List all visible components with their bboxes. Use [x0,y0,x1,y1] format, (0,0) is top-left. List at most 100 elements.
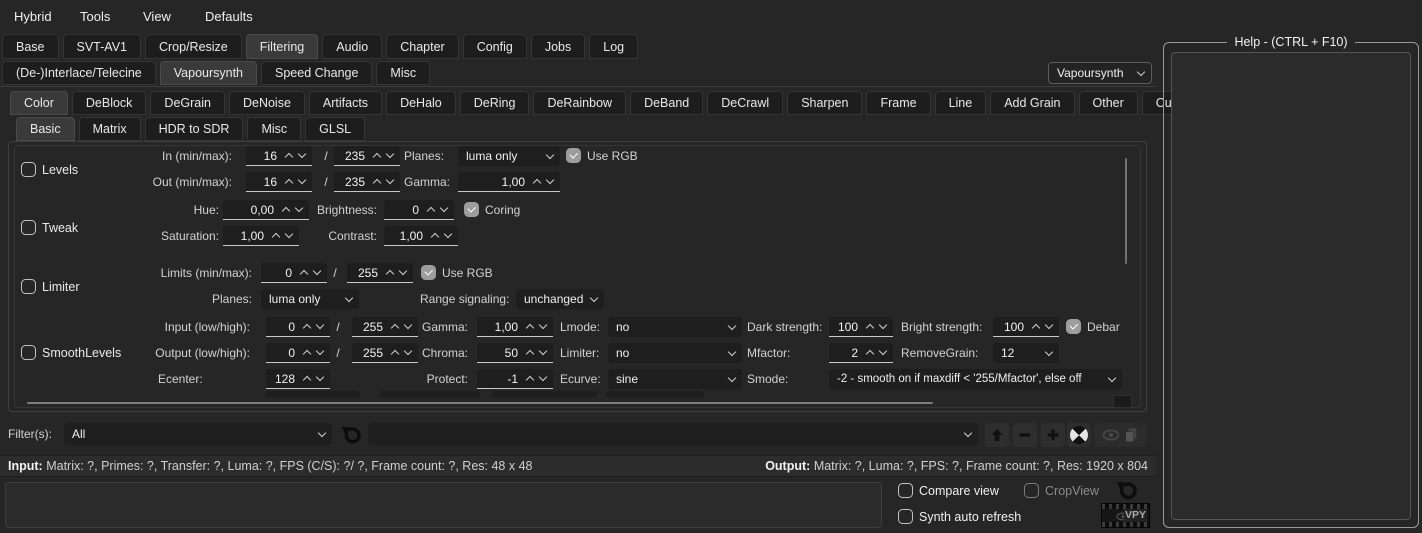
spin-up-icon[interactable] [271,231,281,241]
spin-down-icon[interactable] [297,151,307,161]
smoothlevels-checkbox[interactable] [21,345,36,360]
levels-planes-dropdown[interactable]: luma only [458,146,560,166]
spin-down-icon[interactable] [294,205,304,215]
tweak-brightness-spinbox[interactable]: 0 [384,200,454,220]
move-filter-up-button[interactable] [985,423,1009,447]
spin-up-icon[interactable] [284,151,294,161]
tab-frame[interactable]: Frame [866,91,930,115]
smoothlevels-chroma-spinbox[interactable]: 50 [477,343,553,363]
help-content-area[interactable] [1171,52,1411,520]
spin-down-icon[interactable] [315,374,325,384]
tab-deband[interactable]: DeBand [630,91,703,115]
add-filter-button[interactable] [1041,423,1065,447]
tweak-coring-checkbox[interactable] [464,202,479,217]
limiter-checkbox[interactable] [21,279,36,294]
tweak-hue-spinbox[interactable]: 0,00 [223,200,309,220]
spin-down-icon[interactable] [315,348,325,358]
spin-up-icon[interactable] [532,177,542,187]
eye-icon[interactable] [1101,427,1121,443]
log-text-area[interactable] [5,482,882,528]
smoothlevels-debar-checkbox[interactable] [1066,319,1081,334]
tab-log[interactable]: Log [589,34,638,59]
tab-chapter[interactable]: Chapter [386,34,458,59]
spin-up-icon[interactable] [299,268,309,278]
tab-add-grain[interactable]: Add Grain [990,91,1074,115]
limiter-planes-dropdown[interactable]: luma only [261,289,359,309]
smoothlevels-protect-spinbox[interactable]: -1 [477,369,553,389]
tab-matrix[interactable]: Matrix [79,117,141,141]
spin-up-icon[interactable] [385,268,395,278]
spin-up-icon[interactable] [302,374,312,384]
tab-other[interactable]: Other [1079,91,1138,115]
levels-out-min-spinbox[interactable]: 16 [246,172,312,192]
tab-deblock[interactable]: DeBlock [72,91,147,115]
levels-in-max-spinbox[interactable]: 235 [334,146,400,166]
reset-filters-button[interactable] [337,423,363,447]
spin-up-icon[interactable] [525,374,535,384]
spin-up-icon[interactable] [302,322,312,332]
spin-down-icon[interactable] [312,268,322,278]
limiter-max-spinbox[interactable]: 255 [347,263,413,283]
spin-up-icon[interactable] [430,231,440,241]
tab-basic-misc[interactable]: Misc [247,117,301,141]
spin-down-icon[interactable] [545,177,555,187]
horizontal-scrollbar[interactable] [27,402,933,404]
spin-up-icon[interactable] [1031,322,1041,332]
spin-down-icon[interactable] [878,348,888,358]
compare-view-checkbox[interactable] [898,483,913,498]
tab-misc[interactable]: Misc [376,61,430,85]
smoothlevels-smode-dropdown[interactable]: -2 - smooth on if maxdiff < '255/Mfactor… [829,369,1122,389]
spin-down-icon[interactable] [385,177,395,187]
filters-dropdown[interactable]: All [64,423,332,445]
spin-down-icon[interactable] [538,374,548,384]
tab-audio[interactable]: Audio [322,34,382,59]
levels-use-rgb-checkbox[interactable] [566,148,581,163]
tab-dehalo[interactable]: DeHalo [386,91,456,115]
spin-up-icon[interactable] [390,348,400,358]
tab-line[interactable]: Line [935,91,987,115]
tab-deinterlace-telecine[interactable]: (De-)Interlace/Telecine [2,61,156,85]
tweak-checkbox[interactable] [21,220,36,235]
tab-base[interactable]: Base [2,34,59,59]
limiter-range-dropdown[interactable]: unchanged [516,289,604,309]
copy-icon[interactable] [1123,426,1139,444]
spin-up-icon[interactable] [865,348,875,358]
tab-glsl[interactable]: GLSL [305,117,365,141]
limiter-min-spinbox[interactable]: 0 [261,263,327,283]
tab-speed-change[interactable]: Speed Change [261,61,372,85]
tweak-saturation-spinbox[interactable]: 1,00 [223,226,299,246]
smoothlevels-dark-spinbox[interactable]: 100 [829,317,893,337]
tab-dering[interactable]: DeRing [460,91,530,115]
remove-filter-button[interactable] [1013,423,1037,447]
tab-color[interactable]: Color [10,91,68,115]
smoothlevels-output-low-spinbox[interactable]: 0 [266,343,330,363]
tab-denoise[interactable]: DeNoise [229,91,305,115]
tab-decrawl[interactable]: DeCrawl [707,91,783,115]
crop-view-checkbox[interactable] [1024,483,1039,498]
refresh-preview-button[interactable] [1112,479,1139,502]
spin-down-icon[interactable] [385,151,395,161]
spin-up-icon[interactable] [281,205,291,215]
spin-down-icon[interactable] [284,231,294,241]
vpy-preview-button[interactable]: VPY [1101,503,1150,528]
filter-order-button[interactable] [1067,423,1091,447]
smoothlevels-ecurve-dropdown[interactable]: sine [608,369,742,389]
smoothlevels-mfactor-spinbox[interactable]: 2 [829,343,893,363]
levels-in-min-spinbox[interactable]: 16 [246,146,312,166]
tab-artifacts[interactable]: Artifacts [309,91,382,115]
spin-down-icon[interactable] [315,322,325,332]
spin-up-icon[interactable] [525,322,535,332]
spin-up-icon[interactable] [525,348,535,358]
synth-auto-refresh-checkbox[interactable] [898,509,913,524]
smoothlevels-input-low-spinbox[interactable]: 0 [266,317,330,337]
spin-up-icon[interactable] [372,177,382,187]
spin-down-icon[interactable] [398,268,408,278]
tab-config[interactable]: Config [463,34,527,59]
spin-down-icon[interactable] [297,177,307,187]
tab-derainbow[interactable]: DeRainbow [533,91,626,115]
spin-up-icon[interactable] [390,322,400,332]
spin-up-icon[interactable] [302,348,312,358]
vertical-scrollbar[interactable] [1125,158,1127,264]
spin-down-icon[interactable] [1044,322,1054,332]
smoothlevels-ecenter-spinbox[interactable]: 128 [266,369,330,389]
